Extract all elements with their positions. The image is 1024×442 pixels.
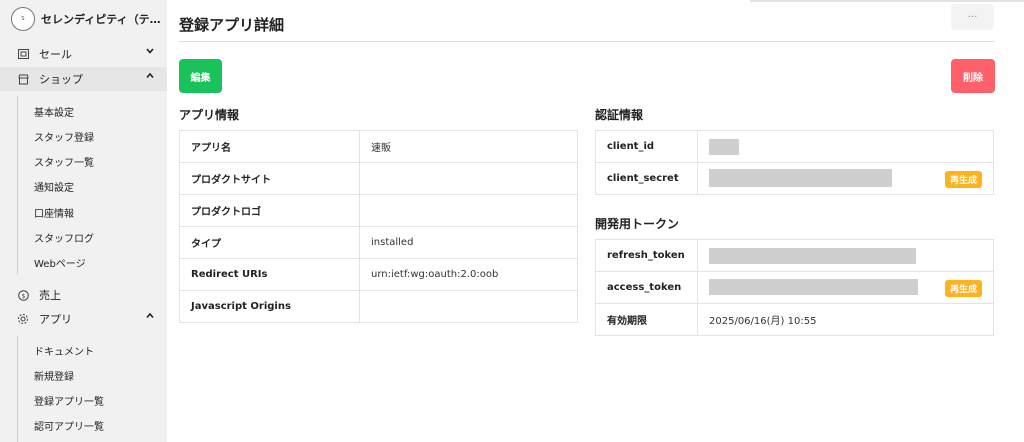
shop-icon	[17, 73, 29, 85]
edit-button[interactable]: 編集	[179, 59, 222, 93]
auth-info-table: client_id client_secret 再生成	[595, 130, 994, 195]
app-info-table: アプリ名 速販 プロダクトサイト プロダクトロゴ タイプ installed R…	[179, 130, 578, 323]
app-info-title: アプリ情報	[179, 108, 240, 122]
sidebar: S セレンディピティ（テ… セール ショップ 基本設定 スタッフ登録 スタッフ一…	[0, 0, 167, 442]
sidebar-subitem-webpage[interactable]: Webページ	[34, 252, 86, 272]
sidebar-subitem-basic-settings[interactable]: 基本設定	[34, 101, 74, 121]
sidebar-item-sale[interactable]: セール	[0, 42, 167, 66]
sidebar-item-app[interactable]: アプリ	[0, 307, 167, 331]
app-name-value: 速販	[359, 130, 578, 163]
table-row: 有効期限 2025/06/16(月) 10:55	[595, 303, 994, 336]
expiry-value: 2025/06/16(月) 10:55	[697, 303, 994, 336]
header-divider	[179, 41, 994, 42]
more-options-button[interactable]: ···	[951, 4, 994, 30]
sidebar-item-shop[interactable]: ショップ	[0, 67, 167, 91]
shop-name: セレンディピティ（テ…	[41, 13, 161, 26]
app-name-key: アプリ名	[179, 130, 360, 163]
client-secret-key: client_secret	[595, 162, 698, 195]
js-origins-value	[359, 290, 578, 323]
regenerate-client-secret-button[interactable]: 再生成	[944, 171, 982, 188]
delete-button[interactable]: 削除	[951, 59, 995, 93]
product-site-value	[359, 162, 578, 195]
sidebar-subitem-documents[interactable]: ドキュメント	[34, 340, 94, 360]
dev-token-table: refresh_token access_token 再生成 有効期限 2025…	[595, 239, 994, 336]
access-token-value: 再生成	[697, 271, 994, 304]
sidebar-subitem-registered-apps[interactable]: 登録アプリ一覧	[34, 390, 104, 410]
page-title: 登録アプリ詳細	[179, 16, 285, 34]
table-row: アプリ名 速販	[179, 130, 578, 163]
redirect-uris-value: urn:ietf:wg:oauth:2.0:oob	[359, 258, 578, 291]
table-row: client_secret 再生成	[595, 162, 994, 195]
sidebar-item-label: 売上	[39, 289, 61, 302]
dev-token-title: 開発用トークン	[595, 217, 680, 231]
sale-icon	[17, 48, 29, 60]
sidebar-item-label: セール	[39, 48, 72, 61]
sidebar-subitem-new-register[interactable]: 新規登録	[34, 365, 74, 385]
product-logo-key: プロダクトロゴ	[179, 194, 360, 227]
refresh-token-key: refresh_token	[595, 239, 698, 272]
masked-value	[709, 278, 918, 295]
table-row: プロダクトサイト	[179, 162, 578, 195]
type-key: タイプ	[179, 226, 360, 259]
shop-switcher[interactable]: S セレンディピティ（テ…	[0, 0, 167, 38]
sidebar-item-label: ショップ	[39, 73, 83, 86]
client-id-value	[697, 130, 994, 163]
masked-value	[709, 169, 892, 187]
js-origins-key: Javascript Origins	[179, 290, 360, 323]
sidebar-item-label: アプリ	[39, 313, 72, 326]
chevron-up-icon	[145, 71, 155, 84]
product-site-key: プロダクトサイト	[179, 162, 360, 195]
redirect-uris-key: Redirect URIs	[179, 258, 360, 291]
table-row: タイプ installed	[179, 226, 578, 259]
regenerate-access-token-button[interactable]: 再生成	[944, 279, 982, 297]
auth-info-title: 認証情報	[595, 108, 644, 122]
sidebar-subitem-account[interactable]: 口座情報	[34, 202, 74, 222]
chevron-down-icon	[145, 46, 155, 59]
top-divider-shadow	[750, 0, 1024, 2]
table-row: Javascript Origins	[179, 290, 578, 323]
masked-value	[709, 138, 739, 155]
svg-text:$: $	[21, 293, 25, 300]
sidebar-subitem-staff-register[interactable]: スタッフ登録	[34, 126, 94, 146]
sidebar-subitem-staff-log[interactable]: スタッフログ	[34, 227, 94, 247]
product-logo-value	[359, 194, 578, 227]
access-token-key: access_token	[595, 271, 698, 304]
sidebar-subitem-notification[interactable]: 通知設定	[34, 176, 74, 196]
table-row: refresh_token	[595, 239, 994, 272]
sidebar-subitem-authorized-apps[interactable]: 認可アプリ一覧	[34, 415, 104, 435]
gear-icon	[17, 313, 29, 325]
client-secret-value: 再生成	[697, 162, 994, 195]
shop-logo-text: S	[21, 16, 25, 22]
expiry-key: 有効期限	[595, 303, 698, 336]
coin-icon: $	[17, 289, 29, 301]
masked-value	[709, 247, 916, 264]
refresh-token-value	[697, 239, 994, 272]
table-row: access_token 再生成	[595, 271, 994, 304]
table-row: client_id	[595, 130, 994, 163]
sidebar-item-sales[interactable]: $ 売上	[0, 283, 167, 307]
table-row: プロダクトロゴ	[179, 194, 578, 227]
sidebar-subitem-staff-list[interactable]: スタッフ一覧	[34, 151, 94, 171]
table-row: Redirect URIs urn:ietf:wg:oauth:2.0:oob	[179, 258, 578, 291]
chevron-up-icon	[145, 311, 155, 324]
type-value: installed	[359, 226, 578, 259]
client-id-key: client_id	[595, 130, 698, 163]
shop-logo-icon: S	[11, 7, 35, 31]
